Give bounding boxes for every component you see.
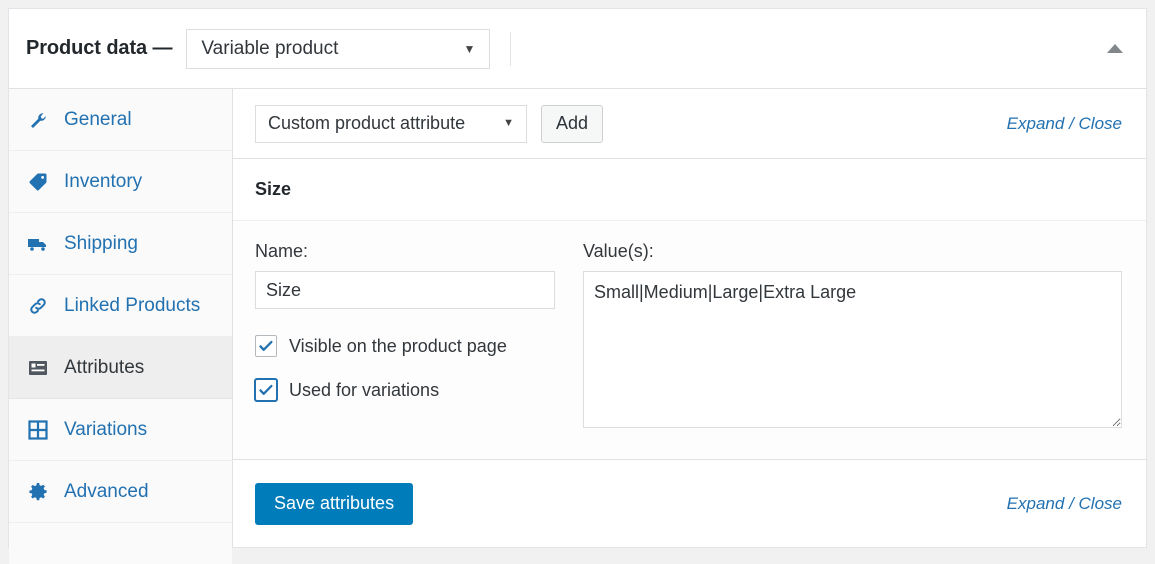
sidebar-item-label: General [64, 108, 132, 130]
close-link[interactable]: Close [1079, 114, 1122, 133]
page-title: Product data — [26, 37, 173, 59]
sidebar-item-label: Shipping [64, 232, 138, 254]
attributes-footer: Save attributes Expand / Close [233, 460, 1146, 547]
attributes-icon [27, 357, 49, 379]
product-type-value: Variable product [201, 37, 339, 59]
expand-close-separator: / [1069, 113, 1074, 133]
chevron-down-icon: ▼ [503, 117, 514, 129]
header-divider [510, 31, 512, 66]
variations-checkbox-row[interactable]: Used for variations [255, 379, 555, 401]
truck-icon [27, 233, 49, 255]
expand-close-separator: / [1069, 493, 1074, 513]
link-icon [27, 295, 49, 317]
visible-checkbox[interactable] [255, 335, 277, 357]
attribute-type-select[interactable]: Custom product attribute ▼ [255, 104, 527, 143]
gear-icon [27, 481, 49, 503]
values-field-label: Value(s): [583, 241, 654, 261]
sidebar-item-inventory[interactable]: Inventory [9, 151, 232, 213]
used-for-variations-checkbox[interactable] [255, 379, 277, 401]
visible-checkbox-label: Visible on the product page [289, 335, 507, 356]
sidebar-item-label: Advanced [64, 480, 149, 502]
collapse-panel-toggle[interactable] [1104, 38, 1126, 60]
sidebar-item-attributes[interactable]: Attributes [9, 337, 232, 399]
sidebar-filler [9, 523, 232, 564]
attribute-header[interactable]: Size [233, 159, 1146, 221]
sidebar-item-general[interactable]: General [9, 89, 232, 151]
tag-icon [27, 171, 49, 193]
name-field-label: Name: [255, 241, 309, 261]
attribute-fields: Name: Visible on the product page [233, 221, 1146, 459]
panel-header: Product data — Variable product ▼ [9, 9, 1146, 89]
attribute-value-column: Value(s): Small|Medium|Large|Extra Large [583, 241, 1122, 433]
chevron-down-icon: ▼ [463, 41, 476, 56]
check-icon [259, 384, 273, 395]
expand-close-links-top: Expand / Close [1007, 114, 1122, 134]
close-link[interactable]: Close [1079, 494, 1122, 513]
attribute-values-textarea[interactable]: Small|Medium|Large|Extra Large [583, 271, 1122, 428]
check-icon [259, 340, 273, 351]
sidebar-item-linked-products[interactable]: Linked Products [9, 275, 232, 337]
used-for-variations-label: Used for variations [289, 379, 440, 400]
product-data-tabs: General Inventory Shipping Linked Produc… [9, 89, 233, 564]
sidebar-item-label: Attributes [64, 356, 145, 378]
sidebar-item-label: Variations [64, 418, 148, 440]
panel-body: General Inventory Shipping Linked Produc… [9, 89, 1146, 564]
sidebar-item-variations[interactable]: Variations [9, 399, 232, 461]
grid-icon [27, 419, 49, 441]
attribute-name-column: Name: Visible on the product page [255, 241, 555, 433]
expand-link[interactable]: Expand [1007, 114, 1065, 133]
sidebar-item-shipping[interactable]: Shipping [9, 213, 232, 275]
visible-checkbox-row[interactable]: Visible on the product page [255, 335, 555, 357]
sidebar-item-label: Linked Products [64, 294, 201, 316]
attribute-type-value: Custom product attribute [268, 113, 466, 133]
attributes-toolbar: Custom product attribute ▼ Add Expand / … [233, 89, 1146, 159]
attribute-name-heading: Size [255, 179, 292, 199]
wrench-icon [27, 109, 49, 131]
product-data-panel: Product data — Variable product ▼ Genera… [8, 8, 1147, 564]
triangle-up-icon [1107, 44, 1123, 53]
attribute-row: Size Name: Size Visible on the product p… [233, 159, 1146, 460]
save-attributes-button[interactable]: Save attributes [255, 482, 414, 525]
add-attribute-button[interactable]: Add [541, 104, 604, 143]
expand-close-links-bottom: Expand / Close [1007, 494, 1122, 514]
attributes-panel: Custom product attribute ▼ Add Expand / … [233, 89, 1146, 547]
screen: Product data — Variable product ▼ Genera… [0, 0, 1155, 564]
sidebar-item-advanced[interactable]: Advanced [9, 461, 232, 523]
expand-link[interactable]: Expand [1007, 494, 1065, 513]
attribute-name-input[interactable] [255, 271, 555, 309]
sidebar-item-label: Inventory [64, 170, 143, 192]
product-type-select[interactable]: Variable product ▼ [186, 28, 491, 69]
